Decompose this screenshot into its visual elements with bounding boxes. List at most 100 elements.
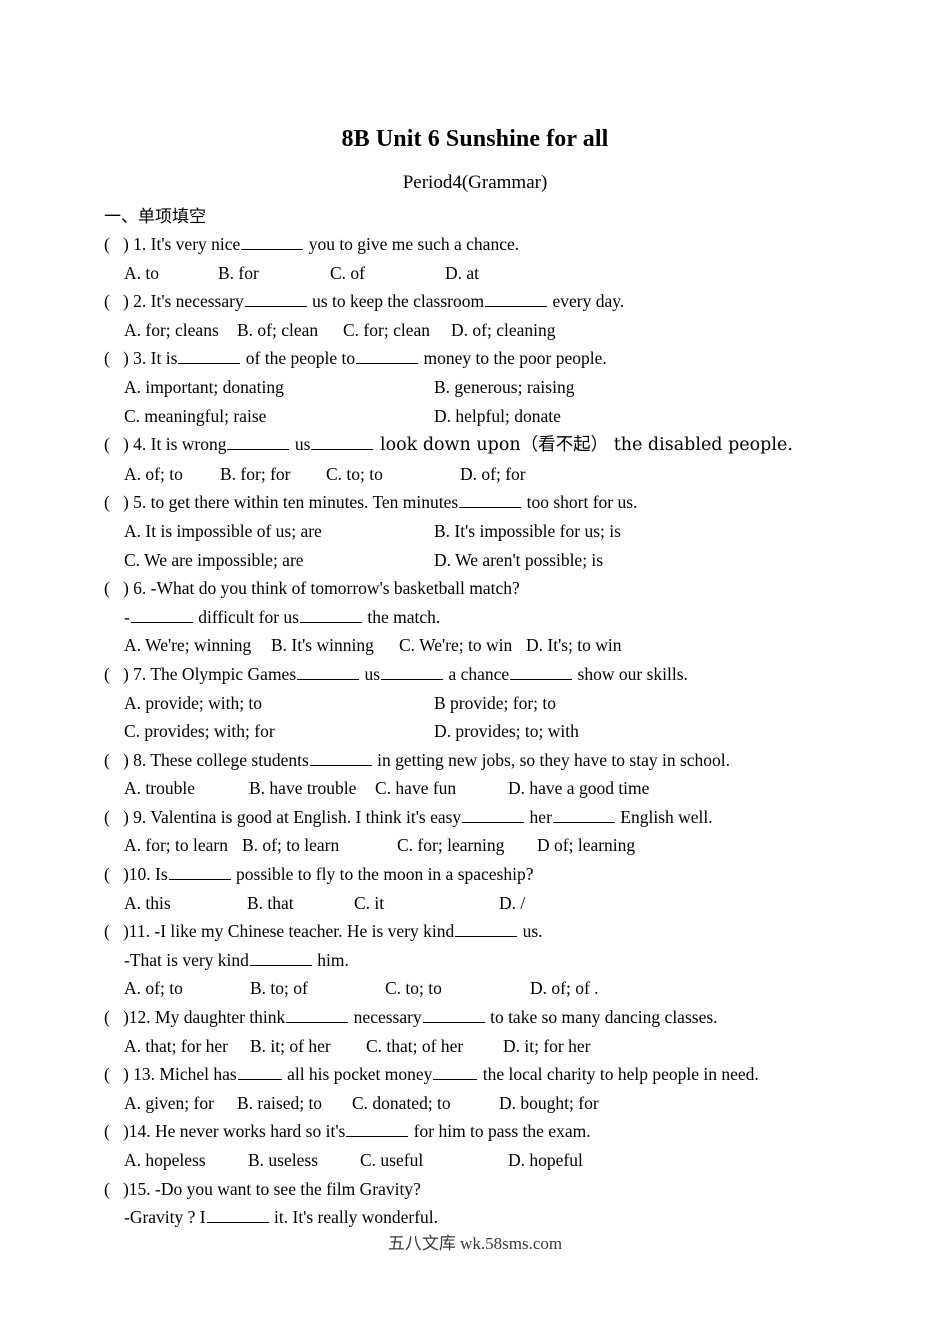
- question-marker[interactable]: ( ) 8.: [104, 750, 150, 770]
- question-marker[interactable]: ( ) 13.: [104, 1064, 159, 1084]
- option-c[interactable]: C. that; of her: [366, 1032, 503, 1061]
- question-marker[interactable]: ( )12.: [104, 1007, 155, 1027]
- answer-blank[interactable]: [381, 663, 444, 680]
- option-c[interactable]: C. useful: [360, 1146, 508, 1175]
- option-a[interactable]: A. important; donating: [124, 377, 284, 397]
- question-marker[interactable]: ( )10.: [104, 864, 155, 884]
- answer-blank[interactable]: [311, 433, 374, 451]
- option-b[interactable]: B. have trouble: [249, 774, 375, 803]
- question-marker[interactable]: ( )14.: [104, 1121, 155, 1141]
- option-c[interactable]: C. for; clean: [343, 316, 451, 345]
- question-marker[interactable]: ( ) 1.: [104, 234, 151, 254]
- option-d[interactable]: D. of; cleaning: [451, 320, 555, 340]
- answer-blank[interactable]: [510, 663, 573, 680]
- option-b[interactable]: B provide; for; to: [434, 689, 556, 718]
- option-a[interactable]: A. hopeless: [124, 1146, 248, 1175]
- stem-text: us.: [518, 921, 543, 942]
- question-marker[interactable]: ( ) 5.: [104, 492, 151, 512]
- answer-blank[interactable]: [297, 663, 360, 680]
- option-c[interactable]: C. to; to: [385, 974, 530, 1003]
- option-d[interactable]: D. It's; to win: [526, 635, 622, 655]
- option-b[interactable]: B. to; of: [250, 974, 385, 1003]
- option-c[interactable]: C. of: [330, 259, 445, 288]
- question-stem: ( ) 4. It is wrong us look down upon（看不起…: [104, 430, 894, 460]
- question-marker[interactable]: ( ) 4.: [104, 434, 151, 454]
- option-d[interactable]: D. hopeful: [508, 1150, 583, 1170]
- option-a[interactable]: A. trouble: [124, 774, 249, 803]
- answer-blank[interactable]: [286, 1006, 349, 1024]
- option-b[interactable]: B. of; to learn: [242, 831, 397, 860]
- option-b[interactable]: B. for; for: [220, 460, 326, 489]
- question-marker[interactable]: ( ) 7.: [104, 664, 150, 684]
- option-a[interactable]: A. of; to: [124, 460, 220, 489]
- option-b[interactable]: B. generous; raising: [434, 373, 574, 402]
- option-d[interactable]: D. have a good time: [508, 778, 649, 798]
- option-a[interactable]: A. that; for her: [124, 1032, 250, 1061]
- option-b[interactable]: B. it; of her: [250, 1032, 366, 1061]
- option-d[interactable]: D. /: [499, 893, 525, 913]
- option-b[interactable]: B. of; clean: [237, 316, 343, 345]
- question-marker[interactable]: ( ) 3.: [104, 348, 151, 368]
- option-b[interactable]: B. It's impossible for us; is: [434, 517, 621, 546]
- option-c[interactable]: C. have fun: [375, 774, 508, 803]
- answer-blank[interactable]: [356, 347, 419, 365]
- answer-blank[interactable]: [178, 347, 241, 365]
- answer-blank[interactable]: [241, 233, 304, 250]
- answer-blank[interactable]: [237, 1063, 282, 1081]
- option-c[interactable]: C. provides; with; for: [124, 721, 275, 741]
- option-c[interactable]: C. for; learning: [397, 831, 537, 860]
- answer-blank[interactable]: [346, 1120, 409, 1138]
- option-c[interactable]: C. meaningful; raise: [124, 406, 266, 426]
- answer-blank[interactable]: [206, 1206, 269, 1224]
- option-b[interactable]: B. that: [247, 889, 354, 918]
- option-d[interactable]: D. it; for her: [503, 1036, 590, 1056]
- answer-blank[interactable]: [130, 606, 193, 623]
- option-d[interactable]: D. We aren't possible; is: [434, 546, 603, 575]
- answer-blank[interactable]: [433, 1063, 478, 1081]
- option-a[interactable]: A. of; to: [124, 974, 250, 1003]
- option-a[interactable]: A. for; to learn: [124, 831, 242, 860]
- option-a[interactable]: A. for; cleans: [124, 316, 237, 345]
- answer-blank[interactable]: [462, 806, 525, 823]
- option-c[interactable]: C. it: [354, 889, 499, 918]
- option-a[interactable]: A. to: [124, 259, 218, 288]
- option-c[interactable]: C. to; to: [326, 460, 460, 489]
- question-marker[interactable]: ( )15.: [104, 1179, 155, 1199]
- stem-text: us: [360, 663, 381, 684]
- question-stem: ( )11. -I like my Chinese teacher. He is…: [104, 917, 894, 946]
- question-marker[interactable]: ( ) 6.: [104, 578, 151, 598]
- option-b[interactable]: B. useless: [248, 1146, 360, 1175]
- option-d[interactable]: D. of; for: [460, 464, 526, 484]
- answer-blank[interactable]: [309, 749, 372, 766]
- option-d[interactable]: D of; learning: [537, 835, 635, 855]
- option-c[interactable]: C. We are impossible; are: [124, 550, 304, 570]
- question-marker[interactable]: ( ) 9.: [104, 807, 150, 827]
- answer-blank[interactable]: [168, 863, 231, 881]
- option-a[interactable]: A. this: [124, 889, 247, 918]
- option-c[interactable]: C. donated; to: [352, 1089, 499, 1118]
- answer-blank[interactable]: [422, 1006, 485, 1024]
- option-d[interactable]: D. helpful; donate: [434, 402, 561, 431]
- option-a[interactable]: A. It is impossible of us; are: [124, 521, 322, 541]
- answer-blank[interactable]: [244, 290, 307, 308]
- answer-blank[interactable]: [552, 806, 615, 823]
- answer-blank[interactable]: [299, 606, 362, 623]
- question-marker[interactable]: ( )11.: [104, 921, 154, 941]
- option-d[interactable]: D. at: [445, 263, 479, 283]
- question-marker[interactable]: ( ) 2.: [104, 291, 151, 311]
- option-a[interactable]: A. given; for: [124, 1089, 237, 1118]
- option-b[interactable]: B. for: [218, 259, 330, 288]
- answer-blank[interactable]: [455, 920, 518, 938]
- option-d[interactable]: D. bought; for: [499, 1093, 599, 1113]
- option-a[interactable]: A. provide; with; to: [124, 693, 262, 713]
- option-b[interactable]: B. It's winning: [271, 631, 399, 660]
- answer-blank[interactable]: [459, 491, 522, 509]
- option-c[interactable]: C. We're; to win: [399, 631, 526, 660]
- option-b[interactable]: B. raised; to: [237, 1089, 352, 1118]
- answer-blank[interactable]: [249, 949, 312, 966]
- option-a[interactable]: A. We're; winning: [124, 631, 271, 660]
- option-d[interactable]: D. provides; to; with: [434, 717, 579, 746]
- answer-blank[interactable]: [227, 433, 290, 451]
- option-d[interactable]: D. of; of .: [530, 978, 599, 998]
- answer-blank[interactable]: [485, 290, 548, 308]
